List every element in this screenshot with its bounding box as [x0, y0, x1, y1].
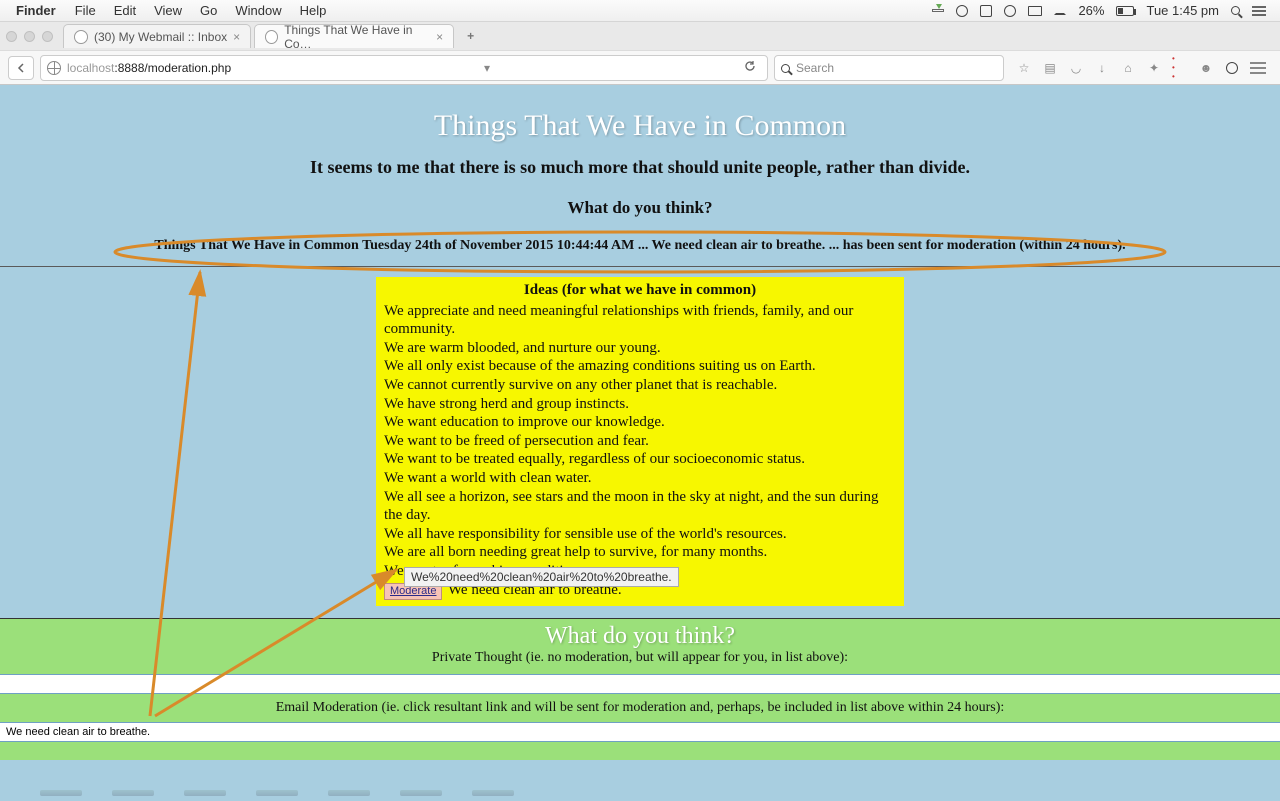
list-item: We want to be freed of persecution and f…	[384, 432, 896, 451]
list-item: We are warm blooded, and nurture our you…	[384, 339, 896, 358]
macos-menubar: Finder File Edit View Go Window Help 26%…	[0, 0, 1280, 22]
new-tab-button[interactable]: +	[461, 29, 480, 43]
dock-peek	[0, 790, 1280, 800]
ideas-box: Ideas (for what we have in common) We ap…	[376, 277, 904, 606]
menu-view[interactable]: View	[154, 3, 182, 18]
reader-icon[interactable]: ▤	[1042, 60, 1058, 76]
list-item: We all have responsibility for sensible …	[384, 525, 896, 544]
spotlight-icon[interactable]	[1231, 6, 1240, 15]
list-item: We want education to improve our knowled…	[384, 413, 896, 432]
search-icon	[781, 61, 790, 75]
private-thought-label: Private Thought (ie. no moderation, but …	[0, 650, 1280, 666]
battery-percent: 26%	[1078, 3, 1104, 18]
status-icon-d[interactable]	[980, 5, 992, 17]
back-button[interactable]	[8, 56, 34, 80]
app-name[interactable]: Finder	[16, 3, 56, 18]
bookmark-star-icon[interactable]: ☆	[1016, 60, 1032, 76]
private-thought-input[interactable]	[4, 677, 1276, 691]
page-title: Things That We Have in Common	[0, 109, 1280, 143]
divider	[0, 266, 1280, 267]
form-heading: What do you think?	[0, 623, 1280, 650]
moderation-notice: Things That We Have in Common Tuesday 24…	[140, 236, 1139, 256]
list-item: We have strong herd and group instincts.	[384, 395, 896, 414]
menu-button[interactable]	[1250, 60, 1266, 76]
menu-window[interactable]: Window	[235, 3, 281, 18]
menu-go[interactable]: Go	[200, 3, 217, 18]
list-item: We want to be treated equally, regardles…	[384, 450, 896, 469]
wifi-icon[interactable]	[1054, 7, 1066, 15]
sync-icon[interactable]	[1224, 60, 1240, 76]
browser-tab-inactive[interactable]: (30) My Webmail :: Inbox ×	[63, 24, 251, 48]
browser-chrome: (30) My Webmail :: Inbox × Things That W…	[0, 22, 1280, 85]
ideas-heading: Ideas (for what we have in common)	[384, 281, 896, 300]
globe-icon	[47, 61, 61, 75]
status-icon-b[interactable]	[956, 5, 968, 17]
tab-favicon-icon	[74, 30, 88, 44]
tray-download-icon[interactable]	[932, 9, 944, 12]
menu-help[interactable]: Help	[300, 3, 327, 18]
chat-icon[interactable]: ☻	[1198, 60, 1214, 76]
airplay-icon[interactable]	[1028, 6, 1042, 16]
list-item: We all only exist because of the amazing…	[384, 357, 896, 376]
search-bar[interactable]: Search	[774, 55, 1004, 81]
url-text: localhost:8888/moderation.php	[67, 61, 231, 75]
url-bar[interactable]: localhost:8888/moderation.php ▾	[40, 55, 768, 81]
list-item: We appreciate and need meaningful relati…	[384, 302, 896, 339]
pocket-icon[interactable]: ◡	[1068, 60, 1084, 76]
tab-favicon-icon	[265, 30, 278, 44]
email-moderation-input[interactable]	[4, 725, 1276, 739]
reload-button[interactable]	[743, 59, 757, 76]
form-section: What do you think? Private Thought (ie. …	[0, 619, 1280, 674]
list-item: We want a world with clean water.	[384, 469, 896, 488]
extension-dots-icon[interactable]: • • •	[1172, 60, 1188, 76]
dropdown-icon[interactable]: ▾	[484, 61, 490, 75]
browser-tab-active[interactable]: Things That We Have in Co… ×	[254, 24, 454, 48]
window-traffic-lights[interactable]	[6, 31, 53, 42]
status-icon-target[interactable]	[1004, 5, 1016, 17]
page-subtitle-2: What do you think?	[0, 198, 1280, 218]
clock[interactable]: Tue 1:45 pm	[1146, 3, 1219, 18]
page-viewport: Things That We Have in Common It seems t…	[0, 85, 1280, 801]
menu-extras-icon[interactable]	[1252, 5, 1266, 17]
link-tooltip: We%20need%20clean%20air%20to%20breathe.	[404, 567, 679, 587]
search-placeholder: Search	[796, 61, 834, 75]
tab-title: Things That We Have in Co…	[284, 23, 430, 51]
email-moderation-label: Email Moderation (ie. click resultant li…	[0, 700, 1280, 716]
extension-icon[interactable]: ✦	[1146, 60, 1162, 76]
list-item: We cannot currently survive on any other…	[384, 376, 896, 395]
battery-icon[interactable]	[1116, 6, 1134, 16]
list-item: We all see a horizon, see stars and the …	[384, 488, 896, 525]
downloads-icon[interactable]: ↓	[1094, 60, 1110, 76]
home-icon[interactable]: ⌂	[1120, 60, 1136, 76]
menu-file[interactable]: File	[75, 3, 96, 18]
tab-close-icon[interactable]: ×	[436, 30, 443, 44]
tab-close-icon[interactable]: ×	[233, 30, 240, 44]
page-subtitle-1: It seems to me that there is so much mor…	[0, 157, 1280, 178]
menu-edit[interactable]: Edit	[114, 3, 136, 18]
list-item: We are all born needing great help to su…	[384, 543, 896, 562]
form-footer-band	[0, 742, 1280, 760]
tab-title: (30) My Webmail :: Inbox	[94, 30, 227, 44]
